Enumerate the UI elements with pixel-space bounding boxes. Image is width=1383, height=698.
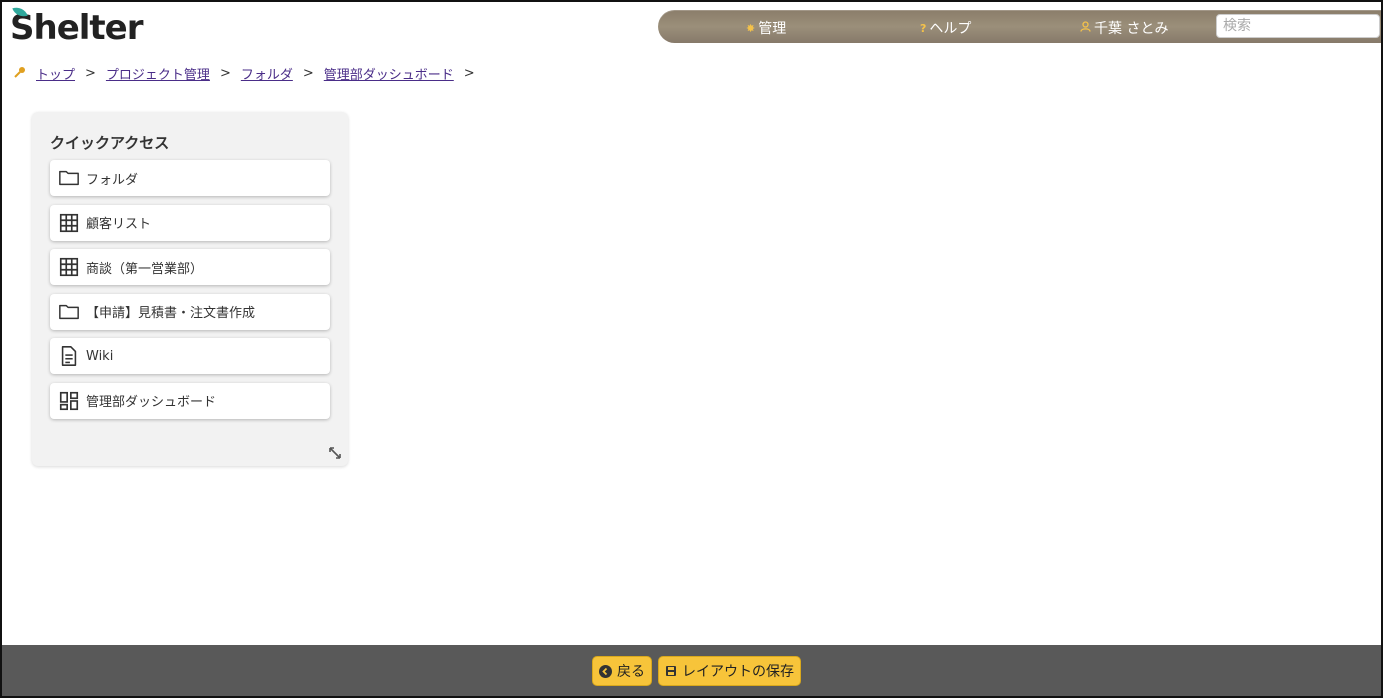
logo-text: Shelter (10, 8, 143, 48)
quick-access-panel: クイックアクセス フォルダ 顧客リスト 商談（第一営業部） 【申請】見積書・注文… (32, 112, 348, 466)
logo[interactable]: Shelter (10, 4, 143, 48)
breadcrumb-separator: > (463, 66, 475, 81)
save-icon (666, 666, 676, 676)
quick-access-item-wiki[interactable]: Wiki (50, 338, 330, 374)
nav-user[interactable]: 千葉 さとみ (1080, 18, 1168, 38)
quick-access-item-dashboard[interactable]: 管理部ダッシュボード (50, 382, 330, 419)
quick-access-list: フォルダ 顧客リスト 商談（第一営業部） 【申請】見積書・注文書作成 Wiki … (50, 160, 330, 427)
resize-handle-icon[interactable] (328, 446, 342, 460)
question-icon: ? (920, 21, 927, 35)
nav-admin-label: 管理 (758, 21, 787, 37)
top-nav: ✸ 管理 ? ヘルプ 千葉 さとみ (658, 10, 1381, 43)
breadcrumb: トップ > プロジェクト管理 > フォルダ > 管理部ダッシュボード > (14, 64, 475, 83)
back-arrow-icon (599, 664, 612, 678)
save-layout-button-label: レイアウトの保存 (682, 664, 794, 680)
footer-bar: 戻る レイアウトの保存 (2, 645, 1381, 696)
user-icon (1080, 21, 1091, 35)
table-icon (59, 213, 79, 232)
nav-admin[interactable]: ✸ 管理 (746, 18, 786, 38)
quick-access-item-label: 商談（第一営業部） (86, 261, 204, 277)
search-input[interactable] (1216, 14, 1380, 38)
breadcrumb-item-project[interactable]: プロジェクト管理 (106, 64, 210, 83)
pin-icon (14, 66, 26, 81)
save-layout-button[interactable]: レイアウトの保存 (658, 656, 801, 686)
back-button[interactable]: 戻る (592, 656, 652, 686)
dashboard-icon (59, 391, 79, 410)
app-frame: Shelter ✸ 管理 ? ヘルプ 千葉 さとみ トップ > プロジェクト管理… (0, 0, 1383, 698)
nav-help[interactable]: ? ヘルプ (920, 18, 971, 38)
quick-access-item-label: 顧客リスト (86, 217, 152, 232)
folder-icon (59, 304, 79, 319)
breadcrumb-separator: > (302, 66, 314, 81)
breadcrumb-item-dashboard[interactable]: 管理部ダッシュボード (324, 64, 454, 83)
quick-access-item-customer-list[interactable]: 顧客リスト (50, 204, 330, 241)
nav-help-label: ヘルプ (929, 21, 972, 37)
folder-icon (59, 170, 79, 186)
panel-title: クイックアクセス (50, 134, 170, 152)
quick-access-item-estimate-request[interactable]: 【申請】見積書・注文書作成 (50, 293, 330, 330)
gear-icon: ✸ (746, 21, 756, 35)
quick-access-item-label: 管理部ダッシュボード (86, 395, 217, 410)
quick-access-item-label: Wiki (86, 348, 114, 364)
quick-access-item-folder[interactable]: フォルダ (50, 160, 330, 196)
quick-access-item-label: フォルダ (86, 172, 139, 188)
table-icon (59, 257, 79, 277)
quick-access-item-label: 【申請】見積書・注文書作成 (86, 306, 256, 321)
back-button-label: 戻る (617, 664, 645, 680)
quick-access-item-deals[interactable]: 商談（第一営業部） (50, 249, 330, 285)
breadcrumb-separator: > (219, 66, 231, 81)
document-icon (61, 346, 77, 366)
breadcrumb-item-top[interactable]: トップ (36, 64, 75, 83)
nav-user-label: 千葉 さとみ (1094, 21, 1169, 37)
breadcrumb-item-folder[interactable]: フォルダ (241, 64, 293, 83)
breadcrumb-separator: > (85, 66, 96, 81)
